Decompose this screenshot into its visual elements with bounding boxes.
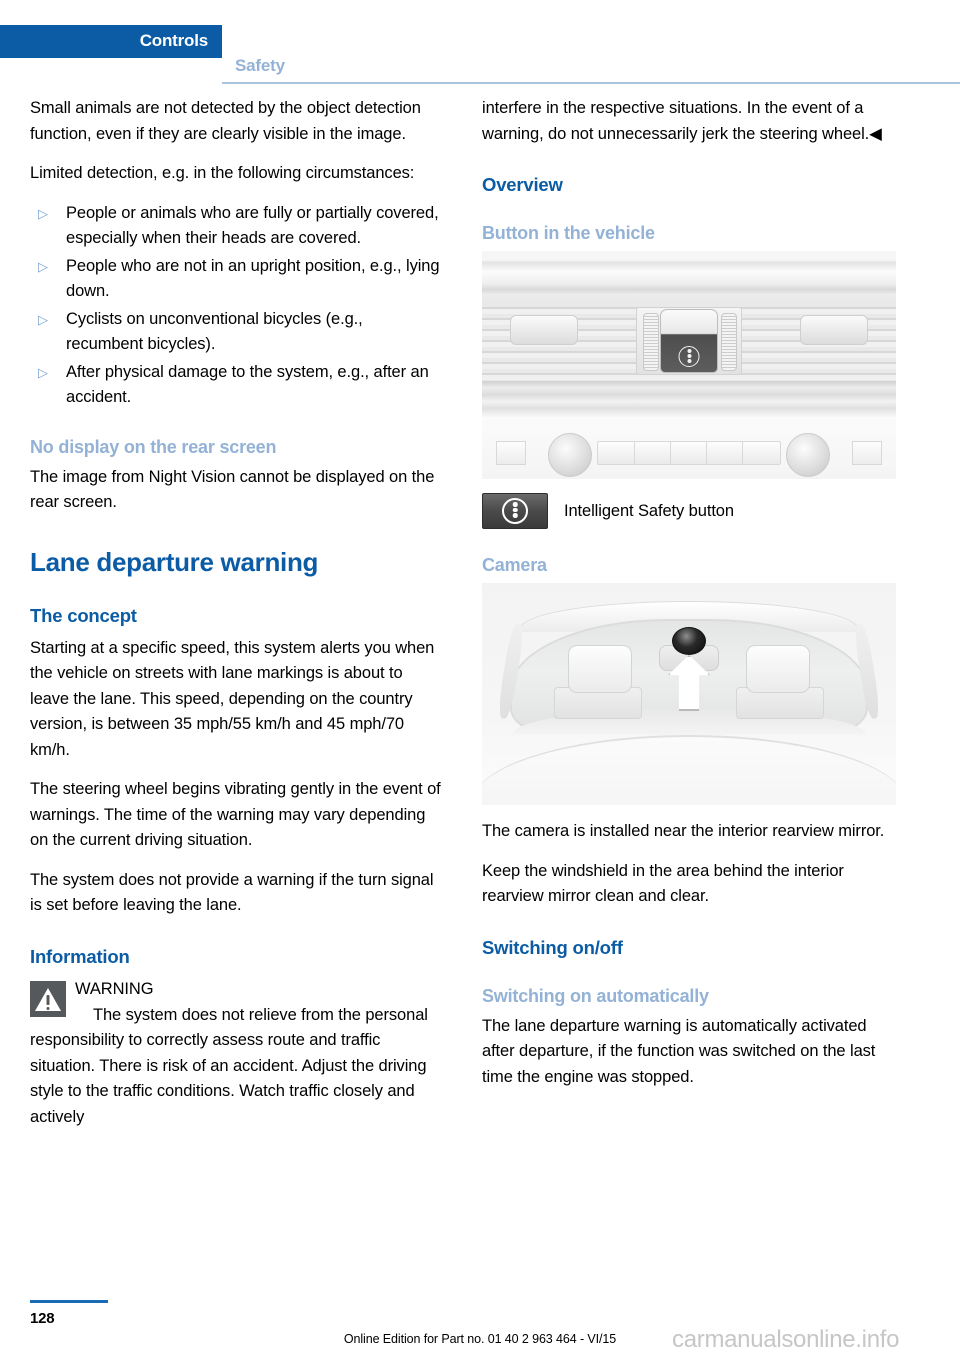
paragraph-concept-speed: Starting at a specific speed, this syste… <box>30 638 435 759</box>
heading-camera: Camera <box>482 555 547 575</box>
paragraph-interfere-situations: interfere in the respective situations. … <box>482 99 882 143</box>
triangle-bullet-icon: ▷ <box>38 205 48 221</box>
list-item-text: People or animals who are fully or parti… <box>66 203 439 248</box>
left-column: Small animals are not detected by the ob… <box>30 96 444 1130</box>
warning-exclamation-bar <box>46 994 50 1005</box>
strip-divider <box>634 442 635 464</box>
list-item-text: People who are not in an upright positio… <box>66 256 440 301</box>
lamp-bottom <box>512 513 518 518</box>
control-button-strip <box>597 441 781 465</box>
tab-safety[interactable]: Safety <box>235 56 285 76</box>
intelligent-safety-ring-icon <box>502 498 528 524</box>
warning-triangle-icon <box>30 980 66 1017</box>
warning-block: WARNING The system does not relieve from… <box>30 977 444 1131</box>
lamp-middle <box>687 354 691 359</box>
paragraph-small-animals: Small animals are not detected by the ob… <box>30 99 421 143</box>
triangle-bullet-icon: ▷ <box>38 311 48 327</box>
warning-exclamation-dot <box>46 1006 50 1010</box>
strip-divider <box>670 442 671 464</box>
intelligent-safety-button-caption-row: Intelligent Safety button <box>482 493 896 529</box>
paragraph-limited-detection: Limited detection, e.g. in the following… <box>30 164 415 182</box>
lamp-bottom <box>687 359 691 363</box>
footer-accent-rule <box>30 1300 108 1303</box>
intelligent-safety-button-caption: Intelligent Safety button <box>564 502 734 520</box>
lower-control-panel <box>482 417 896 479</box>
vent-roller-left <box>643 313 659 371</box>
page-number: 128 <box>30 1310 55 1327</box>
paragraph-auto-activation: The lane departure warning is automatica… <box>482 1016 876 1086</box>
intelligent-safety-button-icon <box>482 493 548 529</box>
heading-lane-departure-warning: Lane departure warning <box>30 546 319 577</box>
heading-switching-on-automatically: Switching on automatically <box>482 985 709 1006</box>
air-vent-slat-left <box>510 315 578 345</box>
paragraph-steering-wheel-vibrates: The steering wheel begins vibrating gent… <box>30 780 441 849</box>
paragraph-turn-signal-no-warning: The system does not provide a warning if… <box>30 870 434 915</box>
paragraph-camera-location: The camera is installed near the interio… <box>482 822 885 840</box>
figure-dashboard-button <box>482 251 896 479</box>
heading-the-concept: The concept <box>30 604 137 626</box>
camera-lens-icon <box>672 627 706 655</box>
heading-information: Information <box>30 945 130 967</box>
heading-switching-on-off: Switching on/off <box>482 936 623 958</box>
lamp-middle <box>512 507 518 512</box>
list-item: ▷ People or animals who are fully or par… <box>30 201 444 252</box>
headrest-right <box>746 645 810 693</box>
lamp-top <box>512 502 518 507</box>
heading-no-display-rear-screen: No display on the rear screen <box>30 436 277 457</box>
list-item-text: Cyclists on unconventional bicycles (e.g… <box>66 309 363 354</box>
header-tab-bar: Controls Safety <box>0 25 960 84</box>
watermark: carmanualsonline.info <box>672 1326 900 1353</box>
dashboard-illustration <box>482 251 896 479</box>
heading-button-in-the-vehicle: Button in the vehicle <box>482 223 655 243</box>
triangle-bullet-icon: ▷ <box>38 258 48 274</box>
page-header: Controls Safety <box>0 0 960 84</box>
control-dial-right <box>786 433 830 477</box>
warning-title: WARNING <box>75 979 154 998</box>
triangle-bullet-icon: ▷ <box>38 364 48 380</box>
header-divider-rule <box>222 82 960 84</box>
tab-controls[interactable]: Controls <box>0 25 222 58</box>
control-dial-left <box>548 433 592 477</box>
warning-body-text: The system does not relieve from the per… <box>30 1005 428 1126</box>
limited-detection-bullet-list: ▷ People or animals who are fully or par… <box>30 201 444 411</box>
intelligent-safety-button-in-dash[interactable] <box>660 309 718 373</box>
tab-controls-label: Controls <box>139 31 208 50</box>
paragraph-night-vision-rear-screen: The image from Night Vision cannot be di… <box>30 467 435 512</box>
vehicle-hood <box>482 735 896 805</box>
air-vent-slat-right <box>800 315 868 345</box>
list-item: ▷ People who are not in an upright posit… <box>30 254 444 305</box>
intelligent-safety-icon <box>678 346 700 367</box>
lamp-top <box>687 349 691 354</box>
list-item: ▷ After physical damage to the system, e… <box>30 360 444 411</box>
figure-windshield-camera <box>482 583 896 805</box>
windshield-illustration <box>482 583 896 805</box>
right-column: interfere in the respective situations. … <box>482 96 896 1104</box>
heading-overview: Overview <box>482 174 563 195</box>
strip-divider <box>742 442 743 464</box>
list-item: ▷ Cyclists on unconventional bicycles (e… <box>30 307 444 358</box>
vent-roller-right <box>721 313 737 371</box>
headrest-left <box>568 645 632 693</box>
panel-side-tab-left <box>496 441 526 465</box>
strip-divider <box>706 442 707 464</box>
paragraph-keep-windshield-clean: Keep the windshield in the area behind t… <box>482 861 844 906</box>
panel-side-tab-right <box>852 441 882 465</box>
list-item-text: After physical damage to the system, e.g… <box>66 362 429 407</box>
